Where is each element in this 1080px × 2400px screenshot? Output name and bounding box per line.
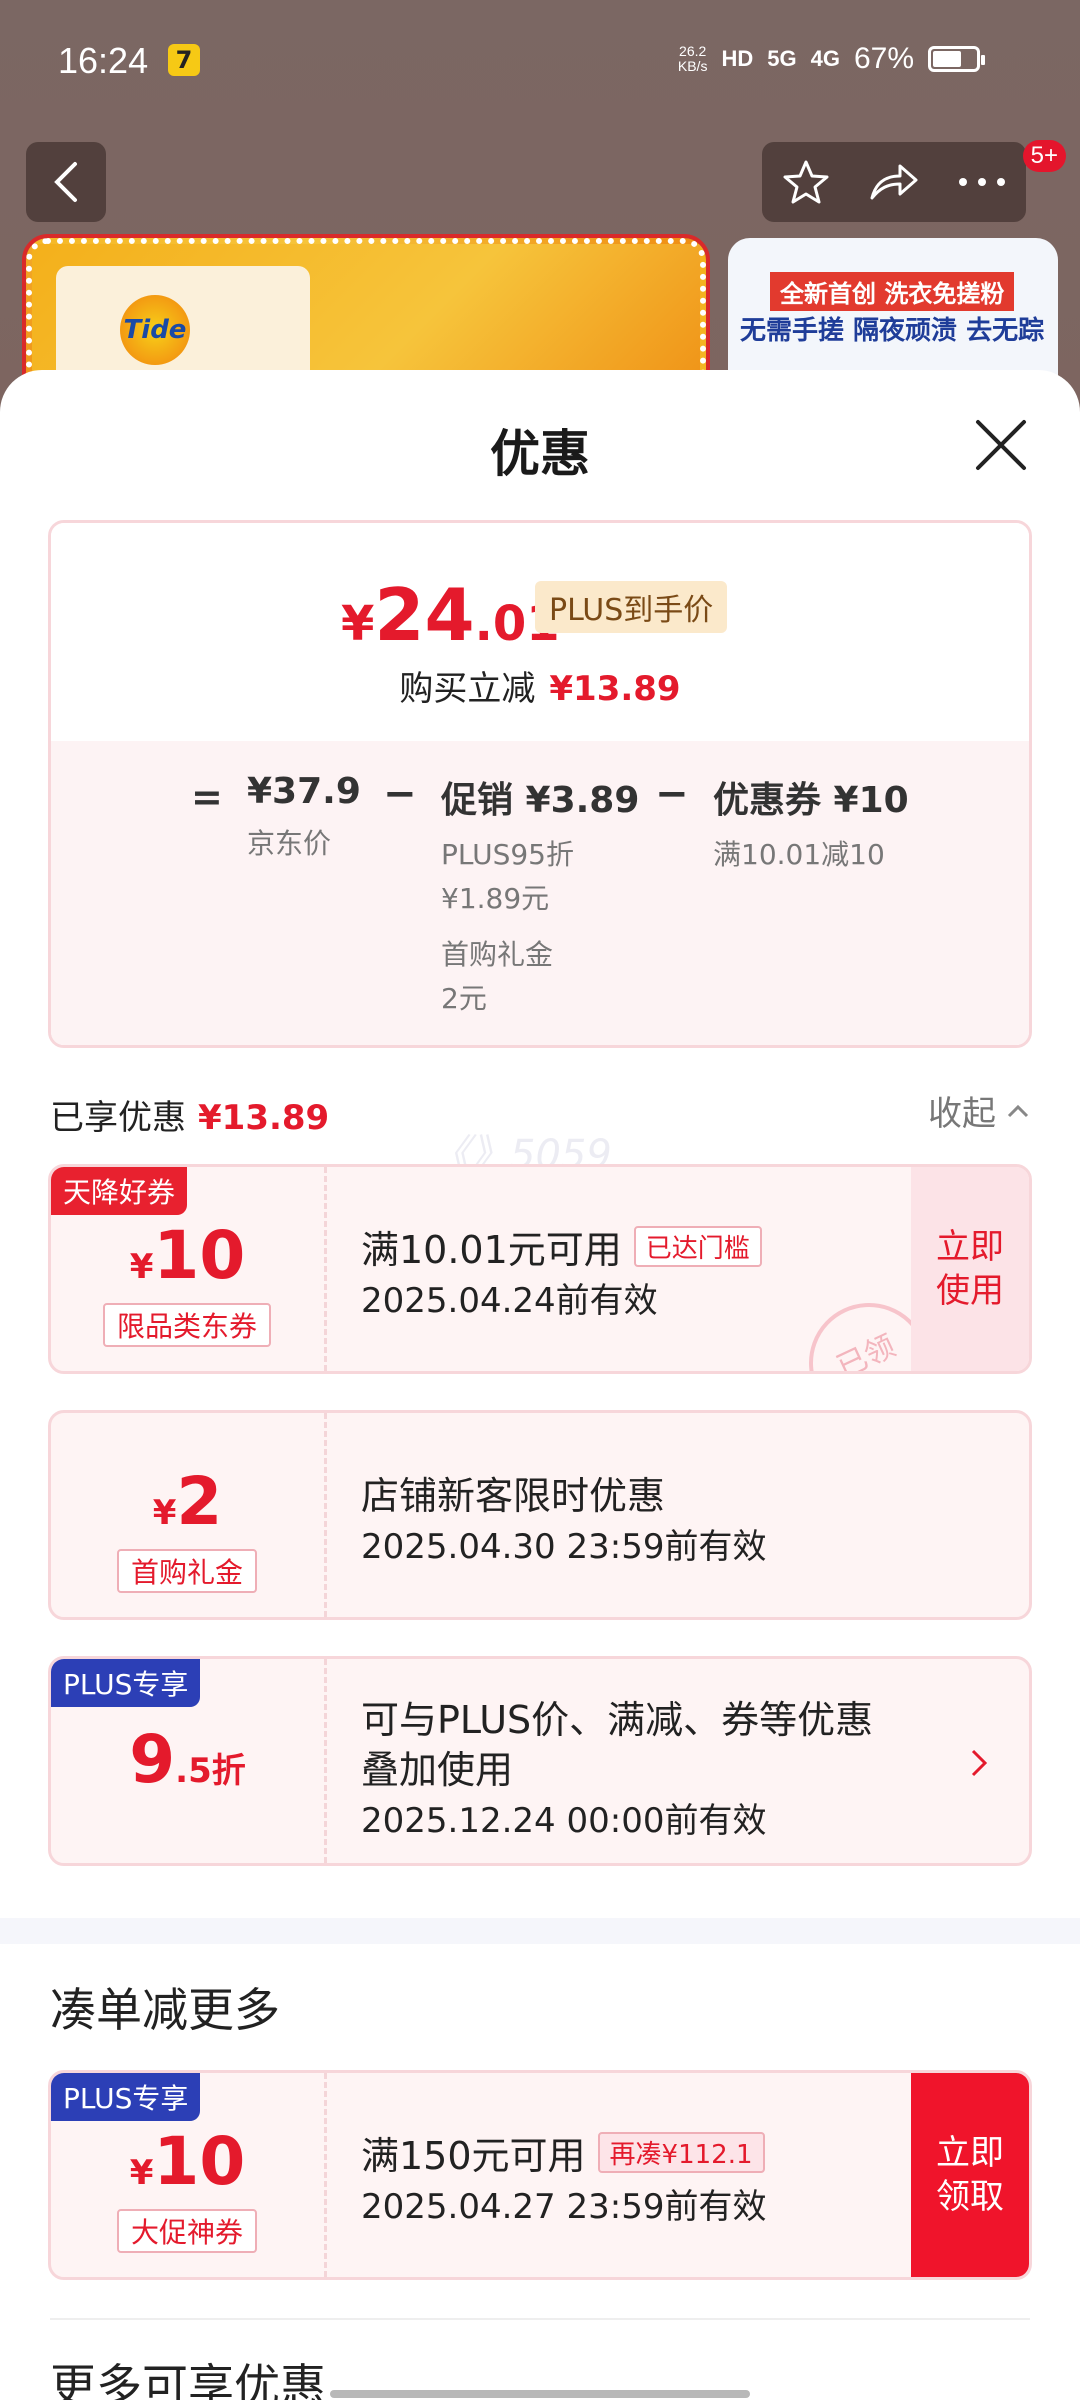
coupon-corner-tag: PLUS专享 [51,1659,201,1707]
minus-sign: − [655,771,689,817]
battery-icon [928,46,985,72]
discount-sheet: 优惠 ¥ 24 .01 PLUS到手价 购买立减 ¥13.89 = ¥37.9 京… [0,370,1080,2400]
net-speed: 26.2 KB/s [677,43,708,74]
coupon-amount: ¥2 [152,1463,223,1540]
jd-price-col: ¥37.9 京东价 [247,771,361,860]
coupon-type: 限品类东券 [103,1303,272,1347]
coupon-type: 大促神券 [117,2209,258,2253]
status-time: 16:24 [58,40,149,81]
coupon-col: 优惠券 ¥10 满10.01减10 [713,780,909,871]
coupon-validity: 2025.04.27 23:59前有效 [361,2187,767,2227]
product-side-tag: 全新首创 洗衣免搓粉 [770,272,1015,311]
coupon-card[interactable]: 天降好券 ¥10 限品类东券 满10.01元可用 已达门槛 2025.04.24… [48,1164,1032,1374]
message-badge: 5+ [1022,140,1066,172]
coupon-amount: ¥10 [129,2123,246,2200]
coupon-amount: 9.5折 [129,1721,246,1798]
top-actions [762,142,1026,222]
coupon-validity: 2025.04.30 23:59前有效 [361,1527,767,1567]
enjoyed-label: 已享优惠 ¥13.89 [50,1098,330,1138]
sheet-title: 优惠 [490,425,590,483]
add-more-tag: 再凑¥112.1 [597,2132,765,2173]
final-price: ¥ 24 .01 [341,573,560,657]
back-button[interactable] [26,142,106,222]
section-divider [0,1918,1080,1944]
use-now-button[interactable]: 立即使用 [911,1167,1029,1371]
coupon-amount: ¥10 [129,1217,246,1294]
hd-icon: HD [721,46,754,71]
price-calculation: = ¥37.9 京东价 − 促销 ¥3.89 PLUS95折 ¥1.89元 首购… [51,741,1029,1045]
coupon-value-area: PLUS专享 ¥10 大促神券 [51,2073,327,2277]
coupon-value-area: ¥2 首购礼金 [51,1413,327,1617]
product-side-slogan: 无需手搓 隔夜顽渍 去无踪 [740,316,1045,346]
plus-discount-card[interactable]: PLUS专享 9.5折 可与PLUS价、满减、券等优惠 叠加使用 2025.12… [48,1656,1032,1866]
home-indicator[interactable] [330,2390,750,2398]
coupon-condition: 满10.01元可用 已达门槛 [361,1219,762,1274]
equals-sign: = [191,775,223,819]
tide-logo: Tide [120,295,190,365]
coupon-corner-tag: PLUS专享 [51,2073,201,2121]
claim-now-button[interactable]: 立即领取 [911,2073,1029,2277]
coupon-condition: 店铺新客限时优惠 [361,1474,666,1518]
app-notification-icon: 7 [168,44,200,76]
section-title-benefits: 更多可享优惠 [50,2359,326,2400]
instant-discount: 购买立减 ¥13.89 [399,669,681,709]
coupon-value-area: PLUS专享 9.5折 [51,1659,327,1863]
background-product-page: 16:24 7 26.2 KB/s HD 5G 4G 67% 5+ Tide 全… [0,0,1080,442]
coupon-card[interactable]: PLUS专享 ¥10 大促神券 满150元可用 再凑¥112.1 2025.04… [48,2070,1032,2280]
plus-price-tag: PLUS到手价 [535,581,728,633]
coupon-corner-tag: 天降好券 [51,1167,188,1215]
minus-sign: − [383,771,417,817]
final-price-section: ¥ 24 .01 PLUS到手价 购买立减 ¥13.89 [51,523,1029,741]
price-breakdown-card: ¥ 24 .01 PLUS到手价 购买立减 ¥13.89 = ¥37.9 京东价 … [48,520,1032,1048]
coupon-card: ¥2 首购礼金 店铺新客限时优惠 2025.04.30 23:59前有效 [48,1410,1032,1620]
coupon-validity: 2025.04.24前有效 [361,1281,658,1321]
divider-line [50,2318,1030,2320]
coupon-condition-cont: 叠加使用 [361,1748,514,1792]
section-title-more: 凑单减更多 [50,1983,280,2037]
coupon-validity: 2025.12.24 00:00前有效 [361,1801,767,1841]
chevron-up-icon [1007,1104,1029,1117]
coupon-type: 首购礼金 [117,1549,258,1593]
battery-percent: 67% [853,42,914,75]
battery-level [933,51,962,67]
signal-5g-icon: 5G [767,46,797,71]
signal-4g-icon: 4G [810,46,840,71]
collapse-button[interactable]: 收起 [928,1086,1030,1135]
share-icon[interactable] [868,160,920,204]
status-bar: 16:24 7 26.2 KB/s HD 5G 4G 67% [0,0,1080,124]
star-icon[interactable] [781,157,831,207]
coupon-value-area: 天降好券 ¥10 限品类东券 [51,1167,327,1371]
status-indicators: 26.2 KB/s HD 5G 4G 67% [677,42,985,76]
coupon-condition: 满150元可用 再凑¥112.1 [361,2125,765,2180]
coupon-condition: 可与PLUS价、满减、券等优惠 [361,1698,874,1742]
chevron-left-icon [54,162,77,202]
promo-col: 促销 ¥3.89 PLUS95折 ¥1.89元 首购礼金 2元 [441,780,640,1015]
close-icon[interactable] [972,416,1030,474]
chevron-right-icon [971,1749,988,1777]
threshold-tag: 已达门槛 [633,1226,762,1267]
more-icon[interactable] [957,176,1007,188]
